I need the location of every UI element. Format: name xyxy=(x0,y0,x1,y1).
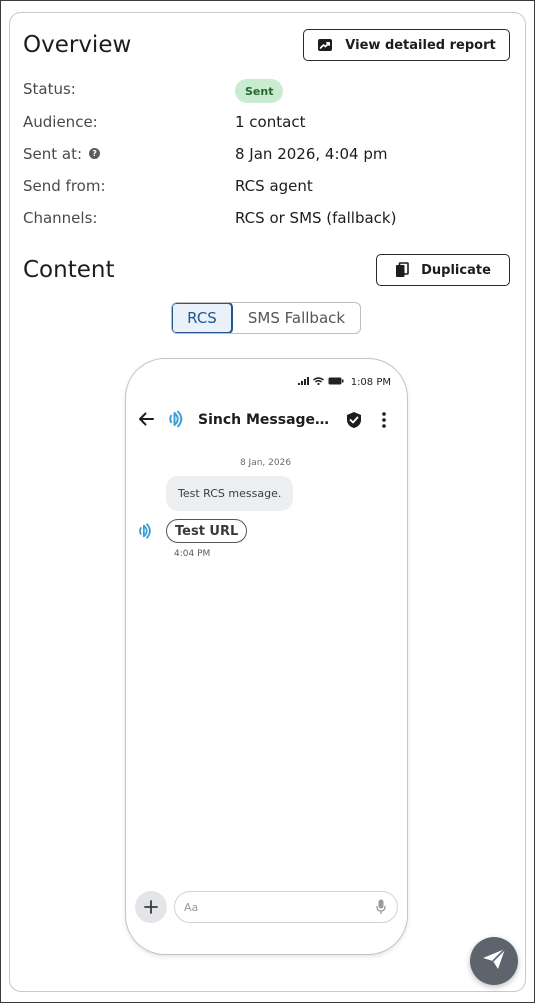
copy-icon xyxy=(395,262,409,278)
campaign-card: Overview View detailed report Status: Se… xyxy=(9,12,526,992)
message-time: 4:04 PM xyxy=(174,549,211,559)
signal-icon xyxy=(297,377,309,388)
content-title: Content xyxy=(23,257,115,283)
phone-clock: 1:08 PM xyxy=(350,377,391,388)
trend-chart-icon xyxy=(317,38,333,52)
status-badge: Sent xyxy=(235,79,284,103)
agent-avatar-icon xyxy=(138,522,156,544)
sent-at-label: Sent at: xyxy=(23,145,83,163)
duplicate-label: Duplicate xyxy=(421,262,491,278)
phone-status-bar: 1:08 PM xyxy=(297,377,391,388)
audience-label: Audience: xyxy=(23,113,98,131)
plus-icon[interactable] xyxy=(135,891,167,923)
channels-value: RCS or SMS (fallback) xyxy=(235,209,397,227)
rcs-app-bar: Sinch MessageMe… xyxy=(126,404,407,438)
battery-icon xyxy=(328,377,344,388)
date-separator: 8 Jan, 2026 xyxy=(126,458,407,468)
arrow-left-icon[interactable] xyxy=(138,411,154,431)
date-separator-text: 8 Jan, 2026 xyxy=(239,458,292,468)
send-icon xyxy=(482,948,506,974)
microphone-icon[interactable] xyxy=(376,899,386,919)
tab-rcs[interactable]: RCS xyxy=(172,303,233,333)
send-from-label: Send from: xyxy=(23,177,106,195)
audience-value: 1 contact xyxy=(235,113,306,131)
view-detailed-report-label: View detailed report xyxy=(345,37,496,53)
wifi-icon xyxy=(312,377,324,388)
status-label: Status: xyxy=(23,80,76,98)
send-button[interactable] xyxy=(470,937,518,985)
agent-name: Sinch MessageMe… xyxy=(198,412,334,428)
verified-shield-icon[interactable] xyxy=(345,411,363,433)
compose-input[interactable] xyxy=(184,898,364,916)
help-icon[interactable]: ? xyxy=(89,148,101,159)
phone-preview: 1:08 PM Sinch MessageMe… xyxy=(125,358,408,955)
tab-sms-fallback[interactable]: SMS Fallback xyxy=(233,303,360,333)
suggestion-chip[interactable]: Test URL xyxy=(166,519,248,543)
send-from-value: RCS agent xyxy=(235,177,313,195)
sent-at-label-row: Sent at:? xyxy=(23,145,101,163)
agent-logo-icon xyxy=(168,409,188,433)
kebab-menu-icon[interactable] xyxy=(381,411,387,433)
view-detailed-report-button[interactable]: View detailed report xyxy=(303,29,510,61)
message-bubble: Test RCS message. xyxy=(166,476,294,511)
channels-label: Channels: xyxy=(23,209,98,227)
overview-title: Overview xyxy=(23,32,132,58)
sent-at-value: 8 Jan 2026, 4:04 pm xyxy=(235,145,388,163)
channel-tabs: RCS SMS Fallback xyxy=(171,302,361,334)
compose-field[interactable] xyxy=(174,891,398,923)
duplicate-button[interactable]: Duplicate xyxy=(376,254,510,286)
